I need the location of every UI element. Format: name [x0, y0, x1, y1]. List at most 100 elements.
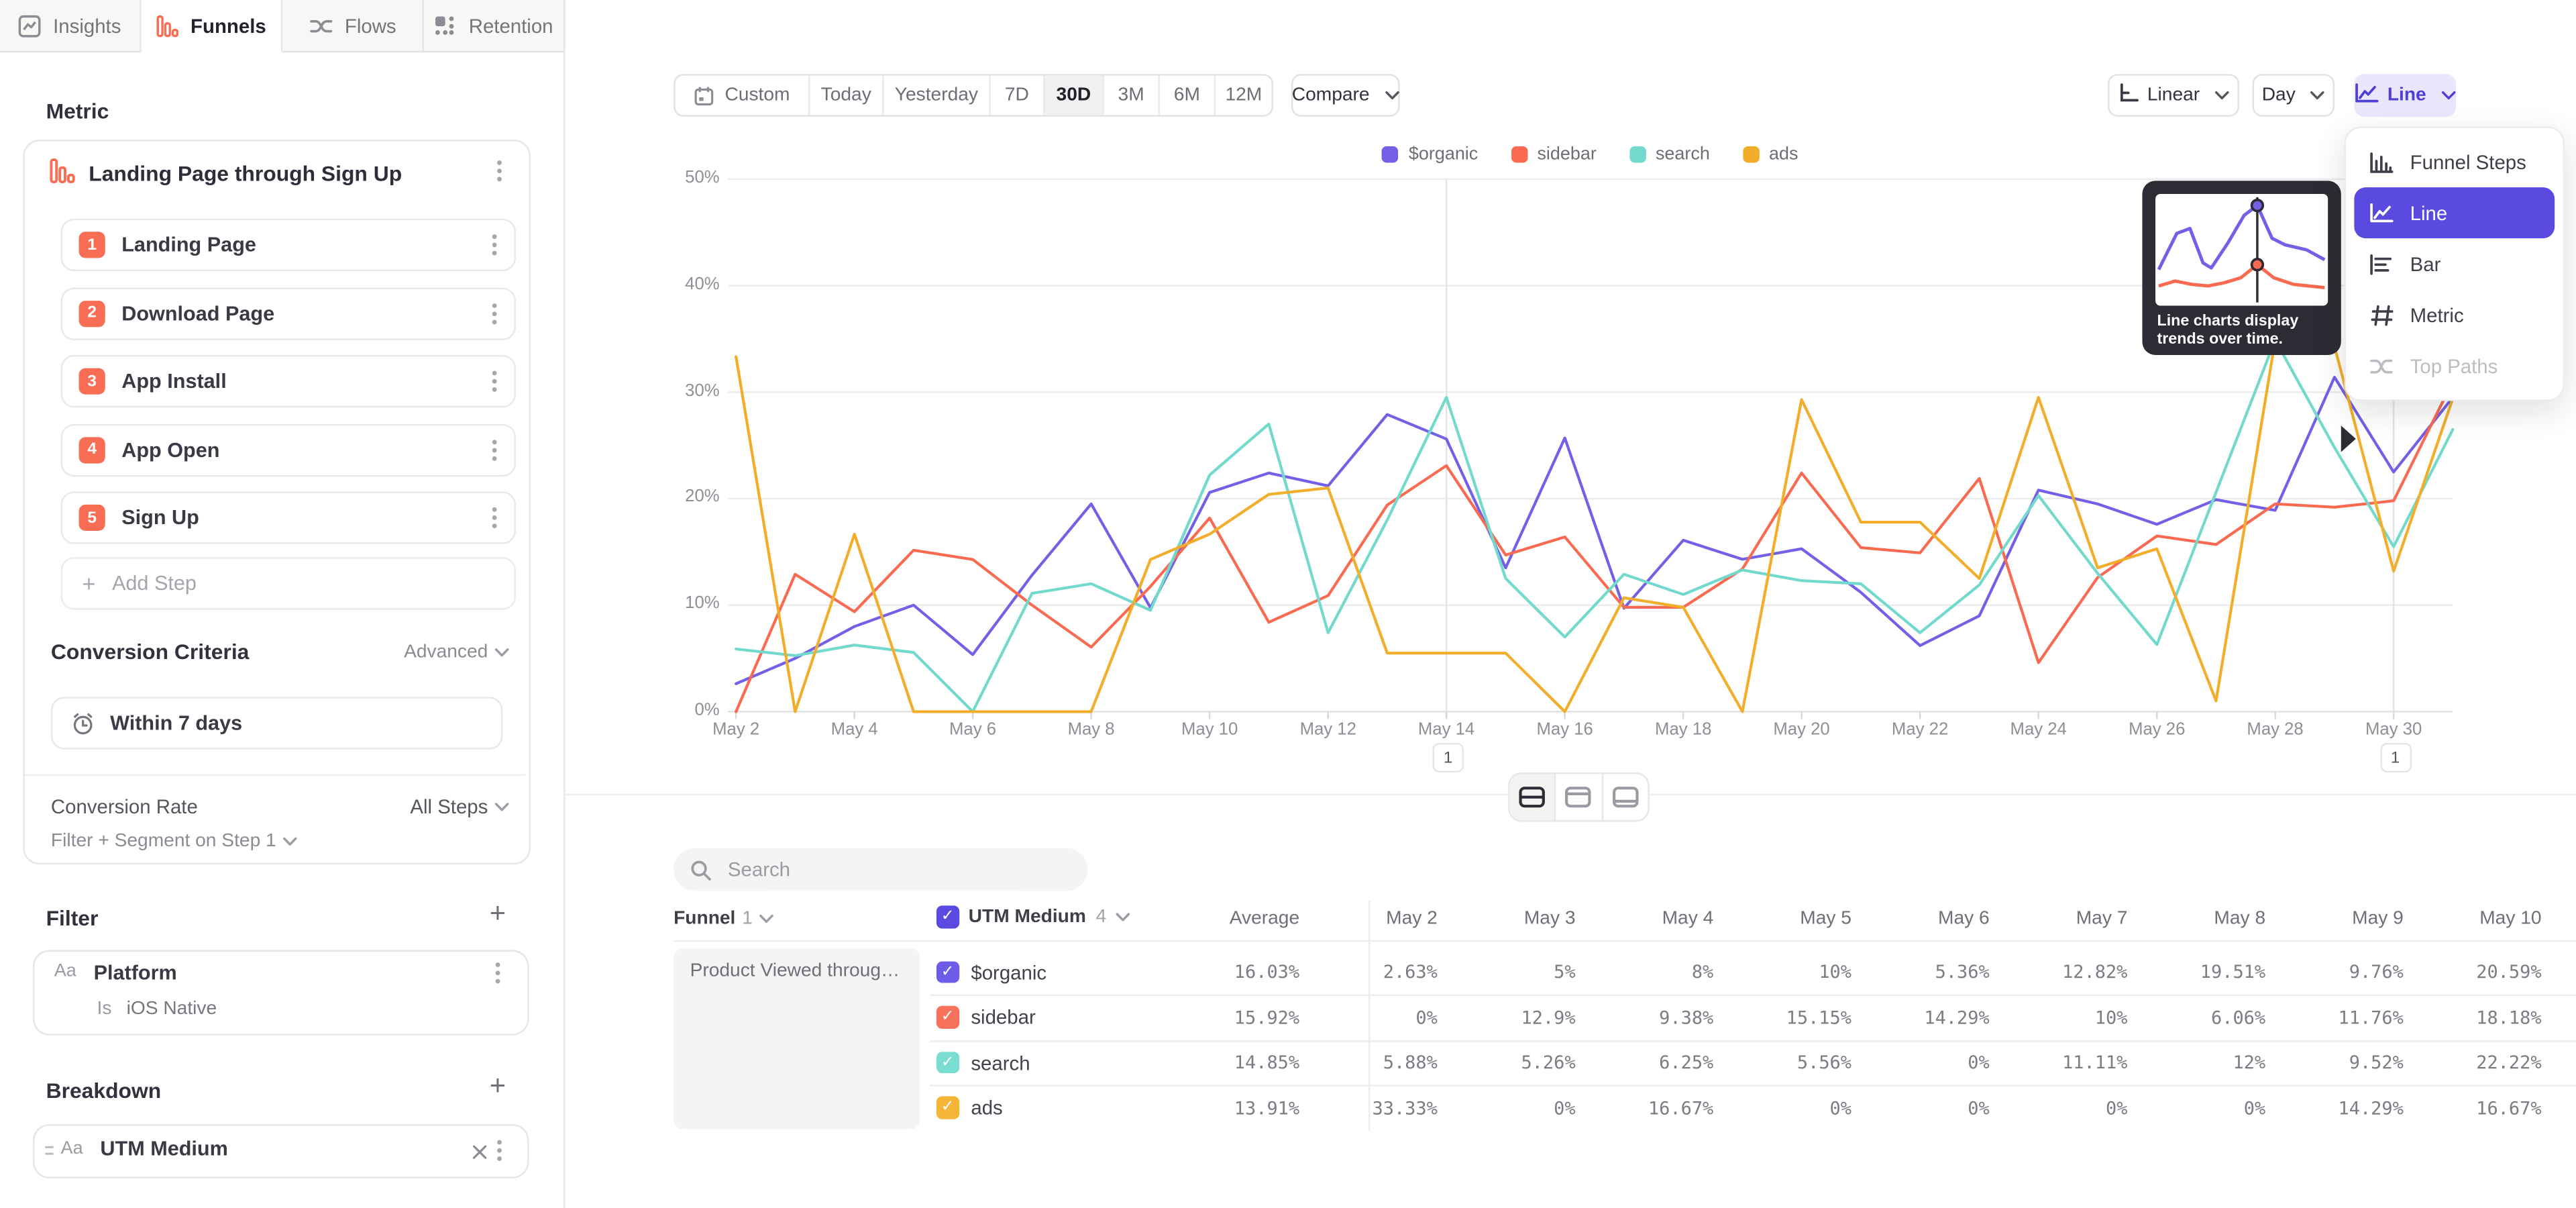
range-label: 3M — [1118, 85, 1144, 105]
search-input[interactable] — [724, 856, 1060, 883]
step-kebab-icon[interactable] — [491, 234, 498, 256]
advanced-dropdown[interactable]: Advanced — [404, 643, 509, 662]
drag-handle-icon[interactable] — [43, 1139, 56, 1168]
cell-value: 5.88% — [1306, 1052, 1438, 1073]
legend-swatch — [1511, 146, 1527, 162]
menu-item-line[interactable]: Line — [2354, 187, 2555, 238]
tab-funnels[interactable]: Funnels — [142, 0, 283, 52]
table-search[interactable] — [674, 848, 1087, 891]
legend-item-search[interactable]: search — [1629, 145, 1710, 164]
cell-value: 6.25% — [1582, 1052, 1713, 1073]
range-6m[interactable]: 6M — [1160, 76, 1216, 115]
funnel-name-cell: Product Viewed through P… — [674, 948, 920, 1129]
breakdown-column-header[interactable]: ✓UTM Medium4 — [936, 905, 1131, 927]
range-7d[interactable]: 7D — [991, 76, 1045, 115]
annotation-marker[interactable]: 1 — [2379, 743, 2411, 772]
cell-value: 16.67% — [2410, 1097, 2542, 1119]
column-header-may-9: May 9 — [2272, 909, 2404, 928]
conversion-rate-dropdown[interactable]: All Steps — [410, 795, 509, 818]
menu-item-metric[interactable]: Metric — [2354, 289, 2555, 340]
conversion-rate-label: Conversion Rate — [51, 795, 198, 818]
funnel-step-5[interactable]: 5 Sign Up — [61, 491, 516, 544]
filter-item-platform[interactable]: Aa Platform Is iOS Native — [33, 950, 529, 1036]
tab-flows[interactable]: Flows — [282, 0, 424, 52]
annotation-marker[interactable]: 1 — [1432, 743, 1464, 772]
funnel-name-label: Product Viewed through P… — [690, 962, 904, 981]
filter-segment-dropdown[interactable]: Filter + Segment on Step 1 — [51, 832, 298, 851]
line-chart-icon — [2355, 82, 2379, 108]
compare-button[interactable]: Compare — [1291, 74, 1400, 117]
step-number-badge: 1 — [79, 232, 105, 258]
funnel-step-1[interactable]: 1 Landing Page — [61, 219, 516, 271]
chevron-down-icon — [283, 837, 298, 847]
add-breakdown-button[interactable]: + — [490, 1070, 506, 1103]
breakdown-kebab-icon[interactable] — [496, 1139, 503, 1162]
cell-value: 5.26% — [1444, 1052, 1576, 1073]
add-step-label: Add Step — [112, 572, 197, 595]
range-12m[interactable]: 12M — [1216, 76, 1271, 115]
cell-value: 9.52% — [2272, 1052, 2404, 1073]
view-toggle-panel-bottom[interactable] — [1603, 774, 1648, 820]
tab-label: Insights — [53, 14, 121, 37]
breakdown-item-utm-medium[interactable]: Aa UTM Medium — [33, 1124, 529, 1178]
range-30d[interactable]: 30D — [1045, 76, 1104, 115]
tab-insights[interactable]: Insights — [0, 0, 142, 52]
chart-type-dropdown[interactable]: Line — [2354, 74, 2456, 117]
funnel-column-header[interactable]: Funnel1 — [674, 909, 774, 928]
range-custom[interactable]: Custom — [676, 76, 810, 115]
row-checkbox-ads[interactable]: ✓ — [936, 1096, 959, 1118]
legend-item-organic[interactable]: $organic — [1383, 145, 1479, 164]
funnel-kebab-icon[interactable] — [496, 160, 503, 183]
cell-value: 6.06% — [2134, 1007, 2265, 1028]
x-tick-label: May 18 — [1638, 720, 1729, 740]
view-toggle-panel-top[interactable] — [1556, 774, 1603, 820]
retention-icon — [434, 14, 457, 37]
funnel-step-2[interactable]: 2 Download Page — [61, 287, 516, 339]
funnel-step-3[interactable]: 3 App Install — [61, 355, 516, 407]
filter-kebab-icon[interactable] — [494, 962, 501, 985]
filter-value[interactable]: iOS Native — [127, 999, 217, 1019]
interval-dropdown[interactable]: Day — [2253, 74, 2334, 117]
legend-swatch — [1743, 146, 1759, 162]
filter-operator[interactable]: Is — [97, 999, 111, 1019]
insights-icon — [19, 14, 42, 37]
select-all-checkbox[interactable]: ✓ — [936, 905, 959, 927]
close-icon[interactable] — [472, 1139, 488, 1168]
scale-dropdown[interactable]: Linear — [2108, 74, 2239, 117]
add-step-button[interactable]: + Add Step — [61, 557, 516, 609]
cell-value: 13.91% — [1168, 1097, 1299, 1119]
funnel-metric-card: Landing Page through Sign Up 1 Landing P… — [23, 140, 531, 864]
menu-item-funnel-steps[interactable]: Funnel Steps — [2354, 136, 2555, 187]
chart-type-menu: Funnel StepsLineBarMetricTop Paths — [2345, 127, 2565, 401]
range-3m[interactable]: 3M — [1104, 76, 1160, 115]
menu-item-bar[interactable]: Bar — [2354, 238, 2555, 289]
breakdown-section-label: Breakdown — [46, 1078, 162, 1103]
chart-type-tooltip: Line charts display trends over time. — [2142, 181, 2341, 355]
row-checkbox-organic[interactable]: ✓ — [936, 960, 959, 983]
legend-item-ads[interactable]: ads — [1743, 145, 1799, 164]
x-tick-label: May 12 — [1282, 720, 1374, 740]
row-checkbox-sidebar[interactable]: ✓ — [936, 1006, 959, 1028]
range-today[interactable]: Today — [810, 76, 883, 115]
legend-item-sidebar[interactable]: sidebar — [1511, 145, 1597, 164]
sidebar: Metric Landing Page through Sign Up 1 La… — [0, 52, 565, 1208]
step-kebab-icon[interactable] — [491, 438, 498, 461]
column-header-average: Average — [1168, 909, 1299, 928]
chevron-down-icon — [2441, 91, 2456, 101]
range-label: 12M — [1225, 85, 1262, 105]
funnel-step-4[interactable]: 4 App Open — [61, 423, 516, 476]
add-filter-button[interactable]: + — [490, 897, 506, 930]
conversion-window-button[interactable]: Within 7 days — [51, 697, 502, 749]
step-kebab-icon[interactable] — [491, 506, 498, 529]
step-kebab-icon[interactable] — [491, 370, 498, 393]
range-yesterday[interactable]: Yesterday — [884, 76, 991, 115]
conversion-criteria-label: Conversion Criteria — [51, 640, 249, 664]
view-toggle-split-horizontal[interactable] — [1510, 774, 1556, 820]
column-header-may-7: May 7 — [1996, 909, 2128, 928]
cell-value: 5.36% — [1858, 962, 1990, 983]
y-tick-label: 0% — [667, 700, 719, 719]
column-header-may-10: May 10 — [2410, 909, 2542, 928]
step-kebab-icon[interactable] — [491, 301, 498, 324]
row-checkbox-search[interactable]: ✓ — [936, 1051, 959, 1073]
tab-retention[interactable]: Retention — [424, 0, 566, 52]
